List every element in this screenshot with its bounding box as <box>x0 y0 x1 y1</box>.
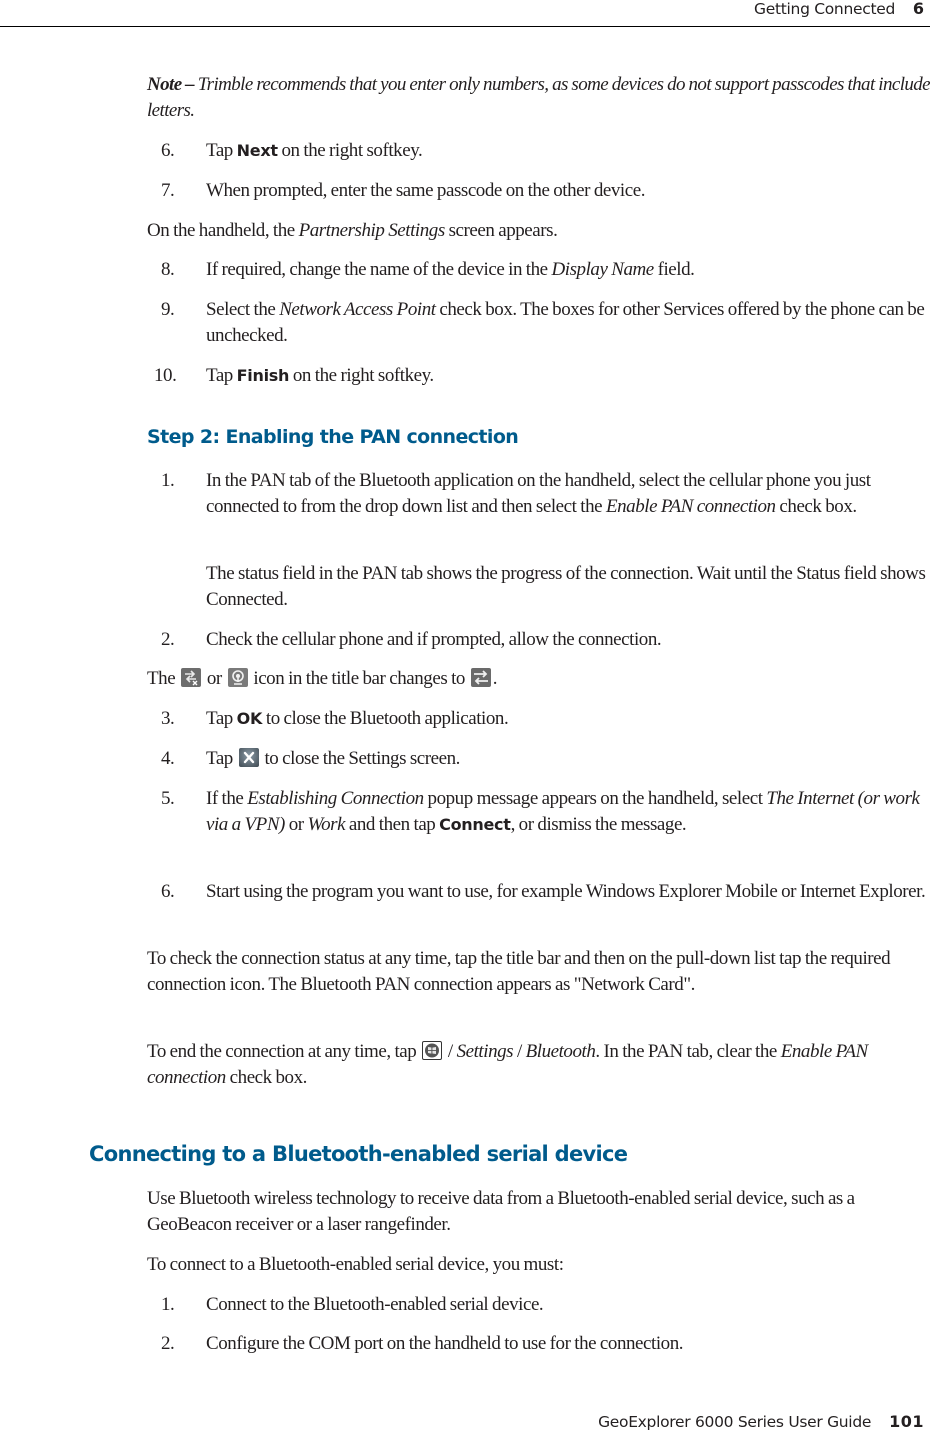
item-number: 4. <box>161 748 175 769</box>
serial-device-heading: Connecting to a Bluetooth-enabled serial… <box>89 1142 628 1166</box>
note-label: Note – <box>147 74 195 95</box>
item-text: If required, change the name of the devi… <box>206 259 695 280</box>
body-paragraph: On the handheld, the Partnership Setting… <box>147 220 558 241</box>
item-number: 2. <box>161 629 175 650</box>
running-header: Getting Connected 6 <box>0 0 930 27</box>
button-label-connect: Connect <box>439 815 511 834</box>
windows-start-icon <box>422 1041 443 1060</box>
chapter-number: 6 <box>912 0 924 18</box>
softkey-label-next: Next <box>236 141 278 160</box>
icon-change-paragraph: The or icon in the title bar changes to … <box>147 668 498 689</box>
item-number: 5. <box>161 788 175 809</box>
running-footer: GeoExplorer 6000 Series User Guide 101 <box>598 1412 924 1431</box>
item-text: If the Establishing Connection popup mes… <box>206 788 920 835</box>
item-text: Configure the COM port on the handheld t… <box>206 1333 684 1354</box>
step2-heading: Step 2: Enabling the PAN connection <box>147 426 519 448</box>
item-text: When prompted, enter the same passcode o… <box>206 180 646 201</box>
page-number: 101 <box>889 1412 924 1431</box>
item-text: Tap Next on the right softkey. <box>206 140 423 161</box>
item-text: Check the cellular phone and if prompted… <box>206 629 662 650</box>
item-number: 8. <box>161 259 175 280</box>
softkey-label-finish: Finish <box>236 366 290 385</box>
item-text: Connect to the Bluetooth-enabled serial … <box>206 1294 544 1315</box>
connected-network-icon <box>470 668 491 687</box>
close-icon <box>238 748 259 767</box>
check-status-paragraph: To check the connection status at any ti… <box>147 948 891 995</box>
item-number: 6. <box>161 140 175 161</box>
item-text: In the PAN tab of the Bluetooth applicat… <box>206 470 871 517</box>
softkey-label-ok: OK <box>236 709 263 728</box>
item-text: Tap Finish on the right softkey. <box>206 365 434 386</box>
guide-title: GeoExplorer 6000 Series User Guide <box>598 1413 872 1431</box>
item-number: 2. <box>161 1333 175 1354</box>
serial-intro-paragraph: Use Bluetooth wireless technology to rec… <box>147 1188 855 1235</box>
item-text: Start using the program you want to use,… <box>206 881 926 902</box>
item-number: 1. <box>161 470 175 491</box>
item-text: Tap to close the Settings screen. <box>206 748 460 769</box>
disconnected-network-icon <box>181 668 201 687</box>
item-number: 6. <box>161 881 175 902</box>
serial-lead-paragraph: To connect to a Bluetooth-enabled serial… <box>147 1254 564 1275</box>
end-connection-paragraph: To end the connection at any time, tap /… <box>147 1041 868 1088</box>
item-number: 9. <box>161 299 175 320</box>
item-subtext: The status field in the PAN tab shows th… <box>206 563 926 610</box>
item-text: Select the Network Access Point check bo… <box>206 299 925 346</box>
item-text: Tap OK to close the Bluetooth applicatio… <box>206 708 509 729</box>
item-number: 3. <box>161 708 175 729</box>
note-paragraph: Note – Trimble recommends that you enter… <box>147 72 930 124</box>
item-number: 1. <box>161 1294 175 1315</box>
item-number: 7. <box>161 180 175 201</box>
item-number: 10. <box>154 365 177 386</box>
note-text: Trimble recommends that you enter only n… <box>147 74 930 121</box>
section-title: Getting Connected <box>754 0 895 18</box>
screen-name: Partnership Settings <box>298 220 446 241</box>
connecting-network-icon <box>227 668 248 687</box>
